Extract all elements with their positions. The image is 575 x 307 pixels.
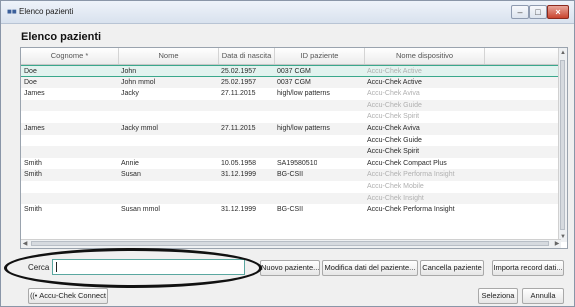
cell-nome: Jacky xyxy=(121,90,139,98)
cell-cognome: James xyxy=(24,90,45,98)
cell-nome-dispositivo: Accu-Chek Performa Insight xyxy=(367,206,455,214)
cell-data-nascita: 31.12.1999 xyxy=(221,206,257,214)
cell-nome-dispositivo: Accu-Chek Spirit xyxy=(367,113,420,121)
title-bar: ■■ Elenco pazienti – □ × xyxy=(1,1,574,24)
cell-data-nascita: 25.02.1957 xyxy=(221,68,257,75)
scroll-right-icon[interactable]: ▶ xyxy=(553,240,561,248)
horizontal-scroll-thumb[interactable] xyxy=(31,241,549,246)
table-row[interactable]: Doe John mmol 25.02.1957 0037 CGM Accu-Chek … xyxy=(21,76,561,89)
cell-data-nascita: 25.02.1957 xyxy=(221,78,257,86)
window-title: Elenco pazienti xyxy=(19,7,74,16)
table-row[interactable]: Accu-Chek Insight xyxy=(21,192,561,205)
search-input[interactable] xyxy=(52,259,245,275)
cell-nome-dispositivo: Accu-Chek Performa Insight xyxy=(367,171,455,179)
cell-nome: John mmol xyxy=(121,78,156,86)
new-patient-button[interactable]: Nuovo paziente... xyxy=(260,260,320,276)
cell-nome: Jacky mmol xyxy=(121,125,158,132)
cell-cognome: Smith xyxy=(24,171,42,179)
cell-id-paziente: high/low patterns xyxy=(277,125,330,132)
scroll-up-icon[interactable]: ▲ xyxy=(559,49,567,57)
scroll-left-icon[interactable]: ◀ xyxy=(21,240,29,248)
column-header-nome-dispositivo[interactable]: Nome dispositivo xyxy=(365,48,485,64)
cell-data-nascita: 31.12.1999 xyxy=(221,171,257,179)
table-header: Cognome * Nome Data di nascita ID pazien… xyxy=(21,48,561,65)
patient-list-window: ■■ Elenco pazienti – □ × Elenco pazienti… xyxy=(0,0,575,307)
import-data-button[interactable]: Importa record dati... xyxy=(492,260,564,276)
table-row[interactable]: Accu-Chek Guide xyxy=(21,135,561,147)
cell-cognome: James xyxy=(24,125,45,132)
patients-icon: ■■ xyxy=(7,7,17,16)
close-button[interactable]: × xyxy=(547,5,569,19)
column-header-nome[interactable]: Nome xyxy=(119,48,219,64)
table-row[interactable]: Doe John 25.02.1957 0037 CGM Accu-Chek Activ… xyxy=(21,65,561,77)
cell-nome-dispositivo: Accu-Chek Spirit xyxy=(367,148,420,156)
table-row[interactable]: Smith Susan 31.12.1999 BG-CSII Accu-Chek Per… xyxy=(21,169,561,181)
minimize-button[interactable]: – xyxy=(511,5,529,19)
select-button[interactable]: Seleziona xyxy=(478,288,518,304)
cell-id-paziente: 0037 CGM xyxy=(277,68,311,75)
cell-nome: Annie xyxy=(121,159,139,167)
search-label: Cerca xyxy=(28,263,50,272)
horizontal-scrollbar[interactable]: ◀ ▶ xyxy=(21,239,561,248)
cell-nome: Susan mmol xyxy=(121,206,160,214)
cell-cognome: Doe xyxy=(24,78,37,86)
cell-nome: Susan xyxy=(121,171,141,179)
cell-nome-dispositivo: Accu-Chek Insight xyxy=(367,194,424,202)
cell-nome-dispositivo: Accu-Chek Guide xyxy=(367,136,422,144)
cell-nome-dispositivo: Accu-Chek Compact Plus xyxy=(367,159,447,167)
table-row[interactable]: Accu-Chek Spirit xyxy=(21,111,561,123)
cell-nome: John xyxy=(121,68,137,75)
cancel-button[interactable]: Annulla xyxy=(522,288,564,304)
cell-nome-dispositivo: Accu-Chek Active xyxy=(367,78,422,86)
accu-chek-connect-button[interactable]: ((• Accu-Chek Connect xyxy=(28,288,108,304)
column-header-cognome[interactable]: Cognome * xyxy=(21,48,119,64)
table-row[interactable]: Smith Annie 10.05.1958 SA19580510 Accu-Chek … xyxy=(21,158,561,170)
table-row[interactable]: Smith Susan mmol 31.12.1999 BG-CSII Accu-Che… xyxy=(21,204,561,216)
cell-nome-dispositivo: Accu-Chek Active xyxy=(367,68,422,75)
connect-icon: ((• xyxy=(30,293,38,300)
cell-nome-dispositivo: Accu-Chek Guide xyxy=(367,101,422,109)
cell-nome-dispositivo: Accu-Chek Aviva xyxy=(367,90,420,98)
cell-data-nascita: 27.11.2015 xyxy=(221,90,256,98)
page-title: Elenco pazienti xyxy=(21,31,102,43)
cell-nome-dispositivo: Accu-Chek Mobile xyxy=(367,183,424,190)
table-row[interactable]: Accu-Chek Guide xyxy=(21,99,561,112)
text-cursor xyxy=(56,262,57,272)
table-row[interactable]: James Jacky mmol 27.11.2015 high/low patter… xyxy=(21,123,561,135)
cell-id-paziente: high/low patterns xyxy=(277,90,330,98)
cell-nome-dispositivo: Accu-Chek Aviva xyxy=(367,125,420,132)
cell-data-nascita: 10.05.1958 xyxy=(221,159,257,167)
cell-cognome: Smith xyxy=(24,159,42,167)
delete-patient-button[interactable]: Cancella paziente xyxy=(420,260,484,276)
table-row[interactable]: James Jacky 27.11.2015 high/low patterns Acc… xyxy=(21,88,561,100)
patient-table: Cognome * Nome Data di nascita ID pazien… xyxy=(20,47,568,249)
maximize-button[interactable]: □ xyxy=(529,5,547,19)
vertical-scrollbar[interactable]: ▲ ▼ xyxy=(558,48,567,242)
cell-id-paziente: SA19580510 xyxy=(277,159,318,167)
vertical-scroll-thumb[interactable] xyxy=(560,60,565,230)
column-header-id-paziente[interactable]: ID paziente xyxy=(275,48,365,64)
edit-patient-button[interactable]: Modifica dati del paziente... xyxy=(322,260,418,276)
cell-cognome: Smith xyxy=(24,206,42,214)
cell-id-paziente: BG-CSII xyxy=(277,206,304,214)
cell-data-nascita: 27.11.2015 xyxy=(221,125,256,132)
cell-id-paziente: BG-CSII xyxy=(277,171,304,179)
connect-label: Accu-Chek Connect xyxy=(39,291,106,300)
table-row[interactable]: Accu-Chek Mobile xyxy=(21,181,561,193)
cell-cognome: Doe xyxy=(24,68,37,75)
cell-id-paziente: 0037 CGM xyxy=(277,78,311,86)
table-row[interactable]: Accu-Chek Spirit xyxy=(21,146,561,158)
column-header-data-nascita[interactable]: Data di nascita xyxy=(219,48,275,64)
